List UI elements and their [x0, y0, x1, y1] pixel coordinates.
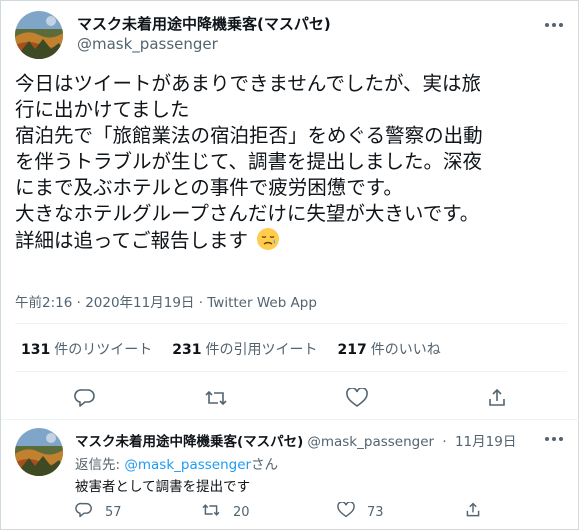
reply-text: 被害者として調書を提出です — [75, 479, 251, 495]
retweet-label: 件のリツイート — [54, 342, 153, 358]
retweet-icon[interactable] — [204, 387, 228, 409]
user-handle[interactable]: @mask_passenger — [77, 35, 218, 53]
divider — [15, 323, 567, 324]
tweet-text-line: 今日はツイートがあまりできませんでしたが、実は旅 — [15, 72, 482, 95]
reply-icon[interactable] — [73, 387, 97, 409]
reply-icon — [75, 502, 93, 522]
tweet-text-line: 大きなホテルグループさんだけに失望が大きいです。 — [15, 202, 480, 225]
reply-retweet-button[interactable]: 20 — [201, 501, 250, 523]
quote-stat[interactable]: 231 件の引用ツイート — [172, 339, 317, 359]
like-icon — [337, 501, 355, 522]
reply-reply-button[interactable]: 57 — [75, 501, 122, 523]
tweet-text-line: 行に出かけてました — [15, 98, 190, 121]
reply-count: 57 — [105, 504, 122, 520]
reply-suffix: さん — [251, 457, 279, 473]
reply-header: マスク未着用途中降機乗客(マスパセ) @mask_passenger · 11月1… — [75, 430, 516, 450]
reply-handle[interactable]: @mask_passenger — [307, 434, 434, 450]
tweet-text-line-content: 詳細は追ってご報告します — [15, 229, 249, 252]
display-name[interactable]: マスク未着用途中降機乗客(マスパセ) — [77, 13, 331, 34]
like-icon[interactable] — [345, 387, 369, 409]
more-options-icon[interactable] — [541, 15, 567, 35]
avatar[interactable] — [15, 11, 63, 59]
retweet-stat[interactable]: 131 件のリツイート — [21, 339, 152, 359]
replying-to: 返信先: @mask_passengerさん — [75, 453, 278, 473]
reply-separator: · — [442, 434, 447, 450]
retweet-count: 131 — [21, 342, 51, 358]
retweet-icon — [201, 502, 221, 522]
tweet-text-line: 詳細は追ってご報告します — [15, 227, 565, 258]
reply-action-bar: 57 20 73 — [75, 501, 565, 523]
reply-mention[interactable]: @mask_passenger — [124, 457, 251, 473]
reply-avatar[interactable] — [15, 428, 63, 476]
tweet-text-line: にまで及ぶホテルとの事件で疲労困憊です。 — [15, 176, 403, 199]
tweet-source[interactable]: Twitter Web App — [207, 295, 317, 311]
action-bar — [1, 383, 579, 413]
sad-face-icon — [256, 227, 280, 258]
like-label: 件のいいね — [370, 342, 441, 358]
reply-date[interactable]: 11月19日 — [455, 434, 516, 450]
reply-share-button[interactable] — [465, 501, 481, 523]
retweet-count: 20 — [233, 504, 250, 520]
reply-prefix: 返信先: — [75, 457, 121, 473]
share-icon[interactable] — [485, 387, 509, 409]
tweet-text-line: 宿泊先で「旅館業法の宿泊拒否」をめぐる警察の出動 — [15, 124, 483, 147]
tweet-stats: 131 件のリツイート 231 件の引用ツイート 217 件のいいね — [21, 339, 441, 359]
reply-more-options-icon[interactable] — [541, 429, 567, 449]
tweet-text-line: を伴うトラブルが生じて、調書を提出しました。深夜 — [15, 150, 483, 173]
like-stat[interactable]: 217 件のいいね — [337, 339, 440, 359]
quote-count: 231 — [172, 342, 202, 358]
tweet-text: 今日はツイートがあまりできませんでしたが、実は旅 行に出かけてました 宿泊先で「… — [15, 71, 565, 258]
tweet-page: マスク未着用途中降機乗客(マスパセ) @mask_passenger 今日はツイ… — [0, 0, 579, 530]
quote-label: 件の引用ツイート — [205, 342, 318, 358]
reply-display-name[interactable]: マスク未着用途中降機乗客(マスパセ) — [75, 434, 303, 450]
meta-separator: · — [198, 295, 208, 311]
tweet-timestamp[interactable]: 午前2:16 · 2020年11月19日 — [15, 295, 194, 311]
tweet-meta: 午前2:16 · 2020年11月19日 · Twitter Web App — [15, 291, 317, 311]
divider — [1, 419, 579, 420]
like-count: 217 — [337, 342, 367, 358]
share-icon — [465, 502, 481, 522]
divider — [15, 371, 567, 372]
reply-like-button[interactable]: 73 — [337, 501, 384, 523]
like-count: 73 — [367, 504, 384, 520]
